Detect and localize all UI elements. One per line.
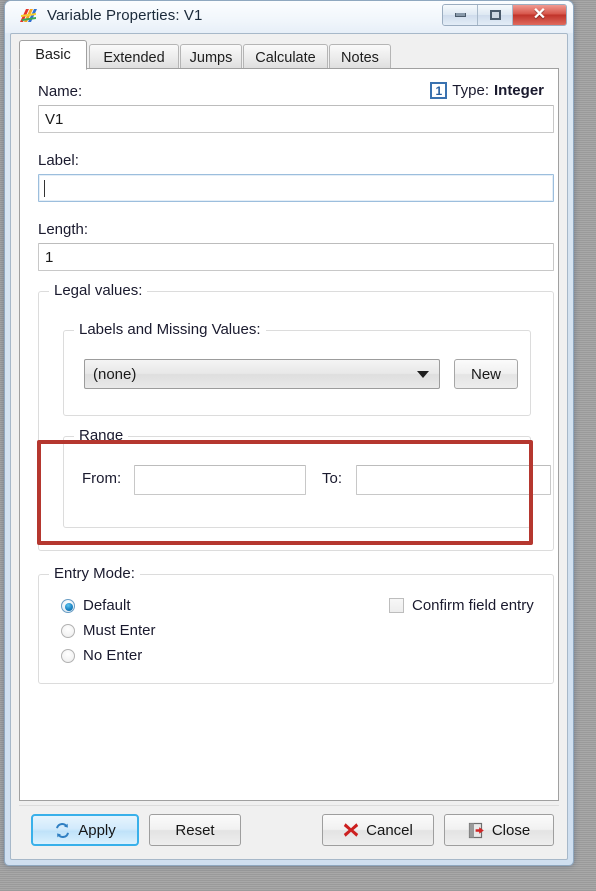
tab-label: Calculate (255, 49, 316, 66)
tab-label: Jumps (189, 49, 233, 66)
type-value: Integer (493, 82, 544, 99)
minimize-button[interactable] (443, 5, 478, 25)
cancel-button[interactable]: Cancel (322, 814, 434, 846)
tab-label: Basic (35, 47, 71, 63)
tab-panel-basic: Name: 1 Type: Integer V1 Label: Length: (19, 68, 559, 801)
range-group: Range From: To: (63, 427, 551, 528)
labels-missing-values-group: Labels and Missing Values: (none) New (63, 321, 531, 416)
name-input[interactable]: V1 (38, 105, 554, 133)
radio-indicator-selected (61, 598, 75, 613)
exit-door-icon (468, 822, 484, 838)
labels-missing-values-title: Labels and Missing Values: (74, 321, 266, 338)
close-button[interactable]: Close (444, 814, 554, 846)
entry-mode-title: Entry Mode: (49, 565, 140, 582)
entry-mode-group: Entry Mode: Default Must Enter No Enter (38, 565, 554, 684)
refresh-icon (56, 822, 70, 838)
tab-jumps[interactable]: Jumps (180, 44, 242, 70)
new-value-set-button[interactable]: New (454, 359, 518, 389)
maximize-button[interactable] (478, 5, 513, 25)
maximize-icon (489, 10, 501, 20)
name-label: Name: (38, 83, 83, 100)
dialog-footer: Apply Reset Cancel Close (19, 805, 559, 853)
cspro-flag-icon (20, 9, 37, 22)
tab-extended[interactable]: Extended (89, 44, 179, 70)
label-input[interactable] (38, 174, 554, 202)
checkbox-indicator (389, 598, 404, 613)
tab-label: Notes (341, 49, 379, 66)
radio-entry-mode-default[interactable]: Default (61, 597, 131, 614)
name-input-value: V1 (45, 110, 64, 128)
radio-entry-mode-must-enter[interactable]: Must Enter (61, 622, 156, 639)
range-title: Range (74, 427, 129, 444)
range-from-label: From: (82, 470, 122, 487)
radio-label: Must Enter (83, 622, 156, 639)
close-icon: ✕ (532, 6, 547, 23)
tab-calculate[interactable]: Calculate (243, 44, 328, 70)
red-x-icon (343, 823, 359, 837)
legal-values-group: Legal values: Labels and Missing Values:… (38, 282, 554, 551)
tab-strip: Basic Extended Jumps Calculate Notes (19, 40, 559, 70)
radio-indicator (61, 648, 75, 663)
basic-form: Name: 1 Type: Integer V1 Label: Length: (20, 69, 558, 800)
chevron-down-icon (417, 371, 429, 378)
dialog-body: Basic Extended Jumps Calculate Notes Nam… (10, 33, 568, 860)
length-input[interactable]: 1 (38, 243, 554, 271)
window-controls: ✕ (442, 4, 567, 26)
radio-entry-mode-no-enter[interactable]: No Enter (61, 647, 142, 664)
type-number-icon: 1 (430, 82, 448, 99)
value-set-selected: (none) (93, 365, 137, 383)
title-bar[interactable]: Variable Properties: V1 ✕ (5, 1, 573, 33)
range-to-input[interactable] (356, 465, 551, 495)
checkbox-confirm-field-entry[interactable]: Confirm field entry (389, 597, 534, 614)
legal-values-title: Legal values: (49, 282, 148, 299)
reset-button[interactable]: Reset (149, 814, 241, 846)
variable-properties-dialog: Variable Properties: V1 ✕ Basic Extended… (4, 0, 574, 866)
cancel-button-label: Cancel (366, 821, 413, 839)
close-button-label: Close (491, 821, 531, 839)
text-caret (44, 179, 45, 197)
apply-button-label: Apply (78, 821, 116, 839)
radio-indicator (61, 623, 75, 638)
apply-button[interactable]: Apply (31, 814, 139, 846)
type-prefix-label: Type: (452, 82, 489, 99)
new-button-label: New (470, 365, 501, 383)
value-set-select[interactable]: (none) (84, 359, 440, 389)
tab-label: Extended (103, 49, 165, 66)
length-input-value: 1 (45, 248, 54, 266)
minimize-icon (454, 13, 466, 17)
radio-label: No Enter (83, 647, 143, 664)
radio-label: Default (83, 597, 131, 614)
checkbox-label: Confirm field entry (412, 597, 534, 614)
tab-notes[interactable]: Notes (329, 44, 391, 70)
close-window-button[interactable]: ✕ (513, 5, 566, 25)
length-label: Length: (38, 221, 89, 238)
range-to-label: To: (322, 470, 343, 487)
reset-button-label: Reset (175, 821, 215, 839)
window-title: Variable Properties: V1 (47, 7, 203, 24)
range-from-input[interactable] (134, 465, 306, 495)
tab-basic[interactable]: Basic (19, 40, 87, 70)
label-label: Label: (38, 152, 79, 169)
variable-type-indicator: 1 Type: Integer (430, 82, 544, 99)
